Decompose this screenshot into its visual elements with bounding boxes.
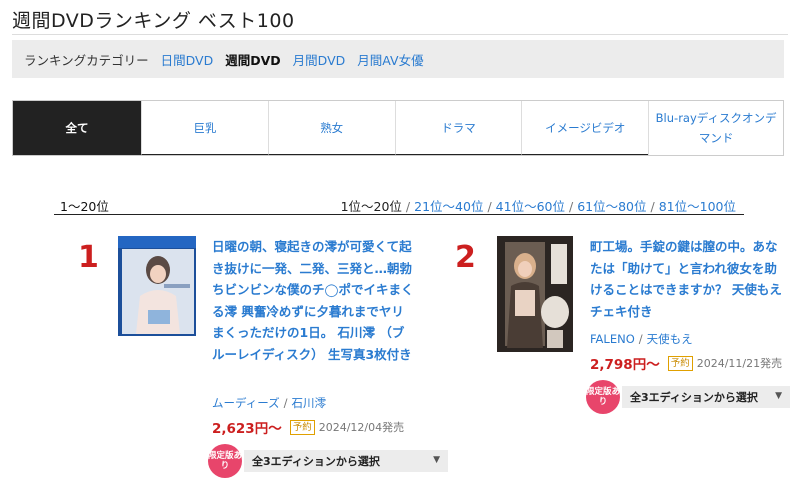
category-label: ランキングカテゴリー — [24, 52, 149, 68]
product-meta: FALENO / 天使もえ — [590, 332, 693, 346]
category-link-daily[interactable]: 日間DVD — [161, 50, 214, 69]
actress-link[interactable]: 石川澪 — [292, 396, 327, 410]
page-link-41-60[interactable]: 41位〜60位 — [496, 199, 565, 214]
chevron-down-icon: ▼ — [433, 455, 440, 465]
reservation-badge: 予約 — [289, 419, 315, 435]
ranking-category-bar: ランキングカテゴリー 日間DVD 週間DVD 月間DVD 月間AV女優 — [12, 40, 784, 78]
rank-number: 2 — [455, 240, 476, 275]
product-title-link[interactable]: 日曜の朝、寝起きの澪が可愛くて起き抜けに一発、二発、三発と…朝勃ちビンビンな僕の… — [212, 236, 414, 365]
tab-all[interactable]: 全て — [13, 101, 141, 155]
maker-link[interactable]: ムーディーズ — [212, 396, 280, 410]
price-row: 2,623円〜 予約 2024/12/04発売 — [212, 417, 404, 437]
actress-link[interactable]: 天使もえ — [647, 332, 693, 346]
pager-separator: / — [487, 199, 492, 214]
release-date: 2024/11/21発売 — [696, 357, 783, 370]
price: 2,798円〜 — [590, 357, 660, 373]
edition-select-label: 全3エディションから選択 — [630, 391, 758, 404]
edition-selector: 限定版あり 全3エディションから選択 ▼ — [208, 444, 448, 478]
category-link-monthly-actress[interactable]: 月間AV女優 — [357, 50, 423, 69]
product-thumbnail[interactable] — [497, 236, 573, 352]
release-date: 2024/12/04発売 — [318, 421, 405, 434]
edition-select-button[interactable]: 全3エディションから選択 ▼ — [622, 386, 790, 408]
page-title: 週間DVDランキング ベスト100 — [12, 10, 295, 32]
page-link-61-80[interactable]: 61位〜80位 — [577, 199, 646, 214]
reservation-badge: 予約 — [667, 355, 693, 371]
category-link-monthly[interactable]: 月間DVD — [293, 50, 346, 69]
pager-separator: / — [568, 199, 574, 214]
edition-selector: 限定版あり 全3エディションから選択 ▼ — [586, 380, 790, 414]
price: 2,623円〜 — [212, 421, 282, 437]
maker-link[interactable]: FALENO — [590, 332, 635, 346]
rank-number: 1 — [78, 240, 99, 275]
category-link-weekly: 週間DVD — [225, 52, 281, 68]
product-thumbnail[interactable] — [118, 236, 196, 336]
page-link-1-20: 1位〜20位 — [340, 199, 402, 214]
pager-separator: / — [405, 199, 411, 214]
page-link-21-40[interactable]: 21位〜40位 — [414, 199, 483, 214]
tab-kyonyu[interactable]: 巨乳 — [141, 101, 268, 155]
limited-edition-badge: 限定版あり — [586, 380, 620, 414]
tab-drama[interactable]: ドラマ — [394, 101, 522, 155]
genre-tabs: 全て 巨乳 熟女 ドラマ イメージビデオ Blu-rayディスクオンデマンド — [12, 100, 784, 156]
limited-edition-badge: 限定版あり — [208, 444, 242, 478]
current-range: 1〜20位 — [60, 199, 109, 214]
pager-separator: / — [650, 199, 655, 214]
tab-bluray-on-demand[interactable]: Blu-rayディスクオンデマンド — [648, 101, 783, 155]
rank-range-bar: 1〜20位 1位〜20位/21位〜40位/41位〜60位/61位〜80位/81位… — [54, 194, 744, 215]
edition-select-label: 全3エディションから選択 — [252, 455, 380, 468]
page-link-81-100[interactable]: 81位〜100位 — [659, 199, 736, 214]
edition-select-button[interactable]: 全3エディションから選択 ▼ — [244, 450, 448, 472]
range-pager: 1位〜20位/21位〜40位/41位〜60位/61位〜80位/81位〜100位 — [341, 196, 736, 215]
chevron-down-icon: ▼ — [775, 391, 782, 401]
tab-jukujo[interactable]: 熟女 — [267, 101, 395, 155]
product-title-link[interactable]: 町工場。手錠の鍵は膣の中。あなたは「助けて」と言われ彼女を助けることはできますか… — [590, 236, 786, 322]
price-row: 2,798円〜 予約 2024/11/21発売 — [590, 353, 782, 373]
title-divider — [12, 34, 788, 35]
tab-image-video[interactable]: イメージビデオ — [521, 101, 649, 155]
product-meta: ムーディーズ / 石川澪 — [212, 396, 327, 410]
